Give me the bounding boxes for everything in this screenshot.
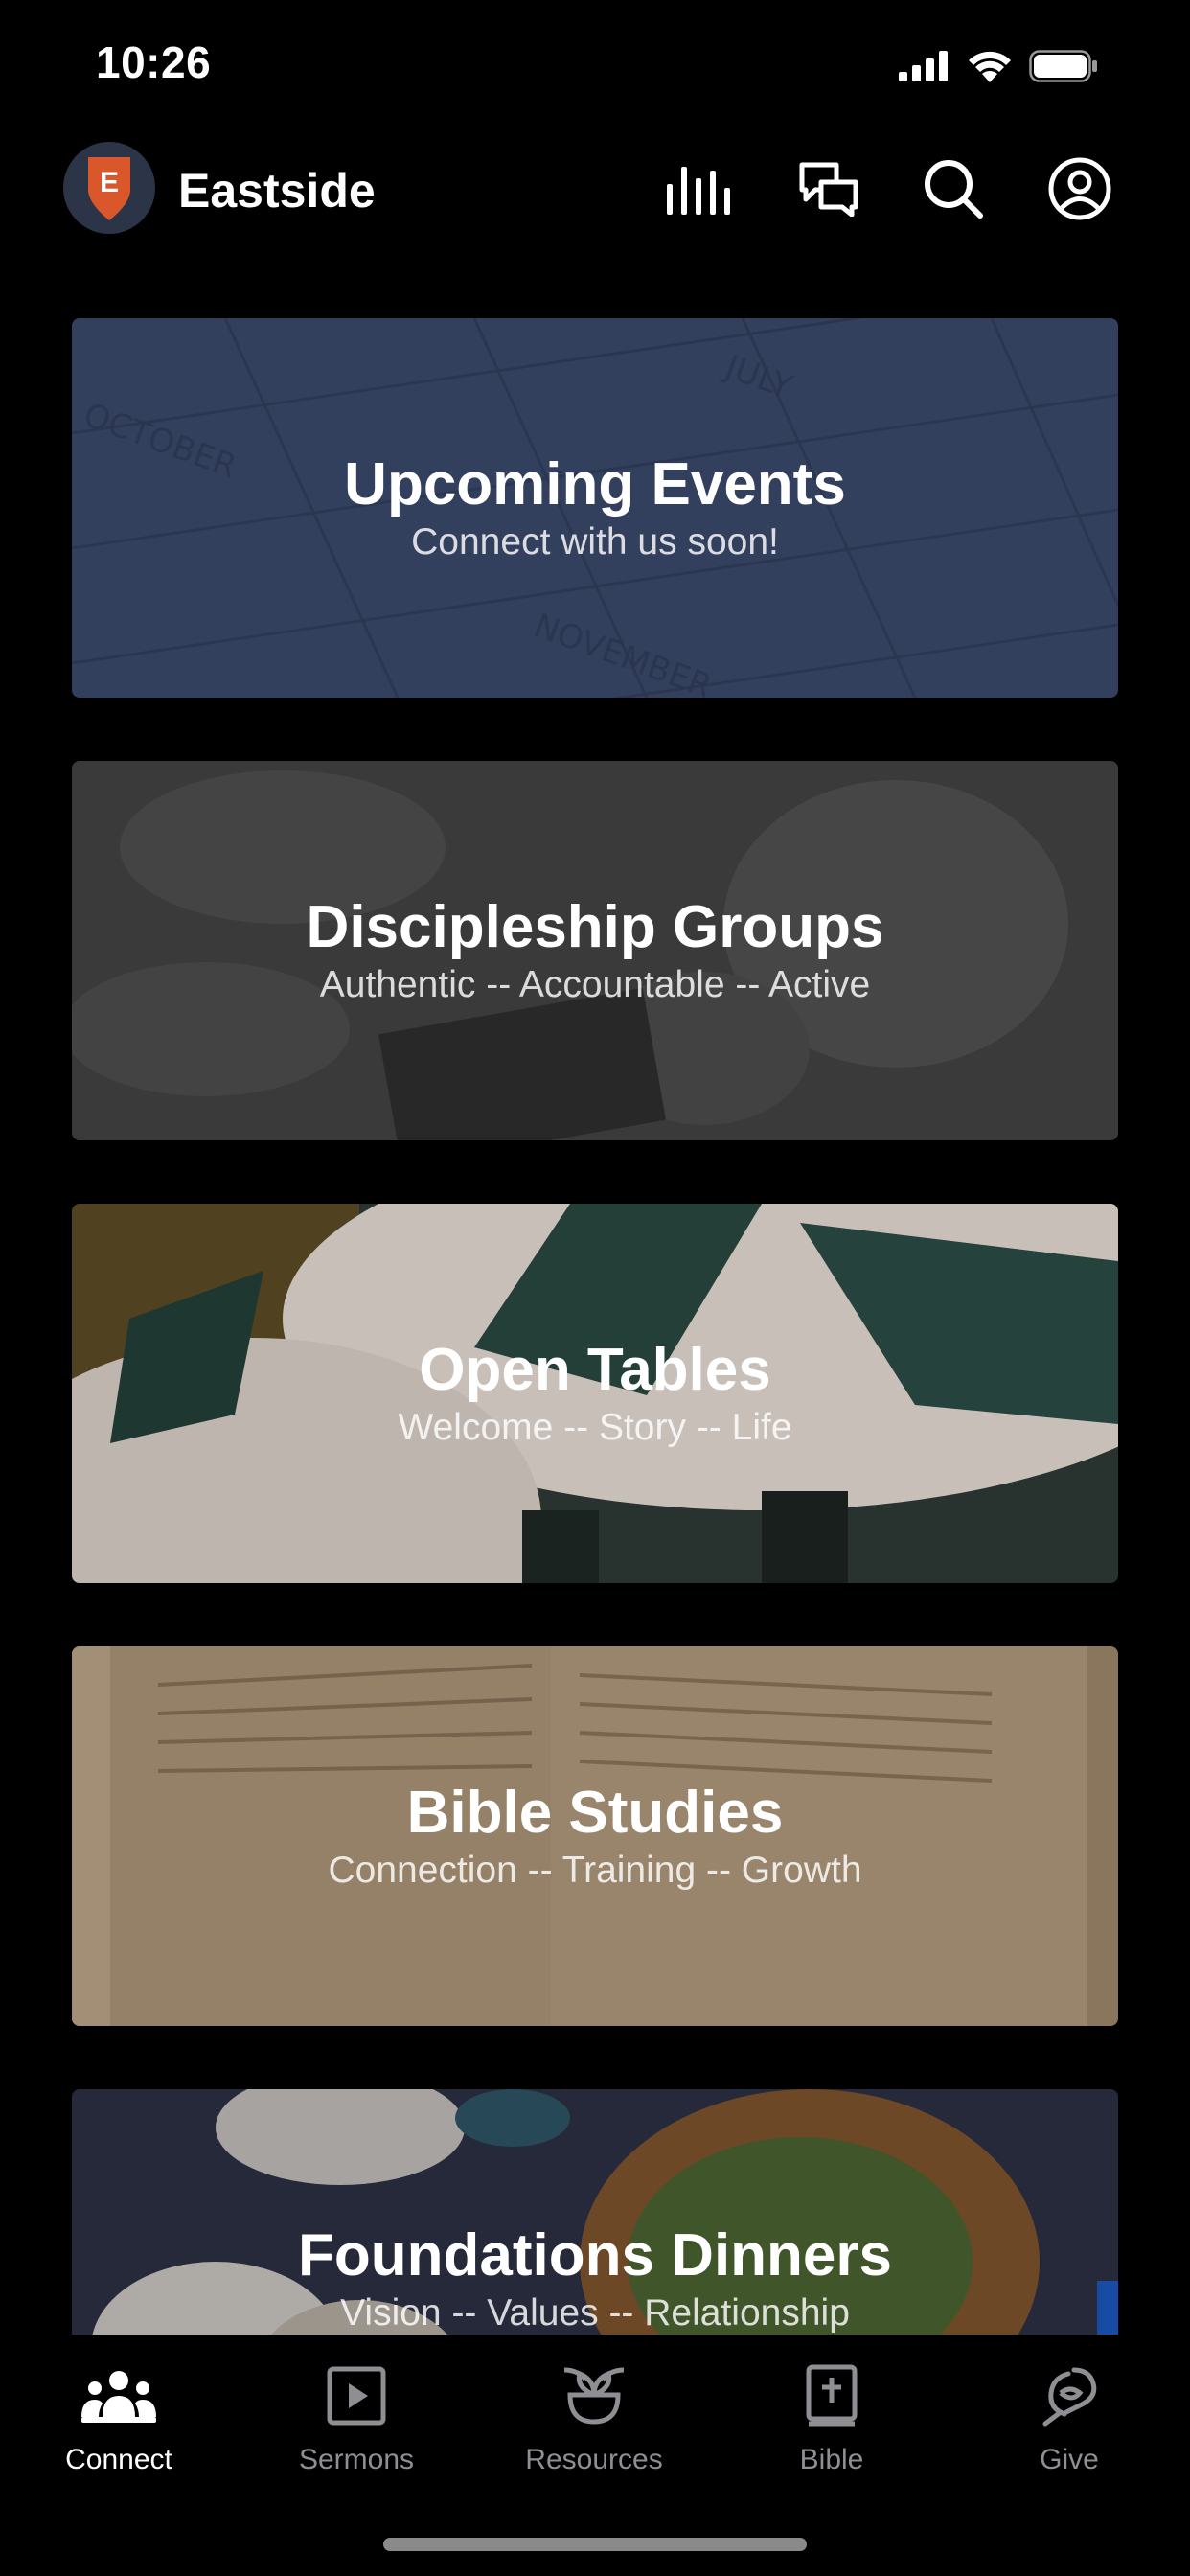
card-title: Open Tables	[419, 1337, 771, 1403]
account-icon	[1048, 157, 1111, 220]
status-bar: 10:26	[0, 0, 1190, 134]
battery-icon	[1029, 50, 1097, 82]
card-text: Foundations Dinners Vision -- Values -- …	[72, 2089, 1118, 2334]
chat-icon	[799, 162, 858, 217]
audio-bars-icon	[667, 167, 730, 215]
status-time: 10:26	[96, 37, 212, 87]
wifi-icon	[969, 51, 1011, 82]
signal-icon	[899, 51, 948, 81]
search-icon	[925, 160, 983, 218]
tab-label: Resources	[525, 2444, 663, 2475]
card-bible-studies[interactable]: Bible Studies Connection -- Training -- …	[72, 1646, 1118, 2026]
card-foundations-dinners[interactable]: Foundations Dinners Vision -- Values -- …	[72, 2089, 1118, 2334]
tab-resources[interactable]: Resources	[498, 2358, 690, 2492]
app-header: E Eastside	[0, 134, 1190, 249]
card-text: Upcoming Events Connect with us soon!	[72, 318, 1118, 698]
card-subtitle: Connect with us soon!	[411, 521, 779, 563]
card-discipleship-groups[interactable]: Discipleship Groups Authentic -- Account…	[72, 761, 1118, 1140]
audio-button[interactable]	[667, 155, 734, 222]
card-subtitle: Vision -- Values -- Relationship	[340, 2292, 850, 2334]
card-subtitle: Authentic -- Accountable -- Active	[319, 964, 871, 1005]
logo-letter: E	[99, 167, 119, 198]
tab-label: Give	[1040, 2444, 1099, 2475]
card-text: Open Tables Welcome -- Story -- Life	[72, 1204, 1118, 1583]
card-title: Upcoming Events	[344, 451, 846, 518]
card-title: Foundations Dinners	[298, 2222, 892, 2288]
status-icons	[899, 50, 1098, 82]
tab-connect[interactable]: Connect	[23, 2358, 215, 2492]
give-icon	[1031, 2358, 1108, 2434]
tab-bible[interactable]: Bible	[736, 2358, 927, 2492]
card-subtitle: Connection -- Training -- Growth	[328, 1850, 862, 1891]
card-text: Discipleship Groups Authentic -- Account…	[72, 761, 1118, 1140]
tab-label: Bible	[799, 2444, 864, 2475]
search-button[interactable]	[920, 155, 987, 222]
card-open-tables[interactable]: Open Tables Welcome -- Story -- Life	[72, 1204, 1118, 1583]
tab-give[interactable]: Give	[973, 2358, 1165, 2492]
card-text: Bible Studies Connection -- Training -- …	[72, 1646, 1118, 2026]
home-indicator[interactable]	[383, 2538, 807, 2551]
card-subtitle: Welcome -- Story -- Life	[398, 1407, 792, 1448]
card-upcoming-events[interactable]: OCTOBER NOVEMBER JULY Upcoming Events Co…	[72, 318, 1118, 698]
people-icon	[80, 2358, 157, 2434]
chat-button[interactable]	[795, 155, 862, 222]
connect-feed[interactable]: OCTOBER NOVEMBER JULY Upcoming Events Co…	[0, 318, 1190, 2334]
account-button[interactable]	[1046, 155, 1113, 222]
brand-name: Eastside	[178, 164, 376, 218]
tab-label: Sermons	[298, 2444, 415, 2475]
card-title: Discipleship Groups	[306, 894, 884, 960]
church-logo[interactable]: E	[63, 142, 155, 234]
card-title: Bible Studies	[406, 1780, 784, 1846]
tab-sermons[interactable]: Sermons	[261, 2358, 452, 2492]
tab-label: Connect	[65, 2444, 172, 2475]
play-icon	[318, 2358, 395, 2434]
bible-icon	[793, 2358, 870, 2434]
plant-icon	[556, 2358, 632, 2434]
